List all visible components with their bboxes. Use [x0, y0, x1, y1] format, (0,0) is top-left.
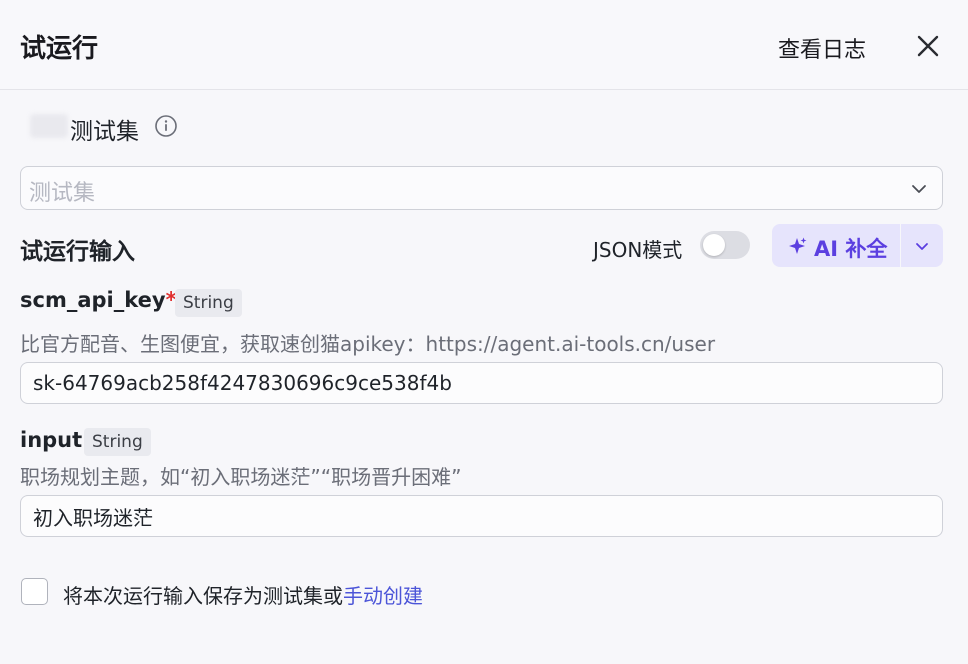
type-tag: String — [84, 428, 151, 456]
testset-label: 测试集 — [70, 119, 139, 145]
save-text: 将本次运行输入保存为测试集或 — [63, 584, 343, 608]
save-as-testset-checkbox[interactable] — [21, 578, 48, 605]
field-description: 职场规划主题，如“初入职场迷茫”“职场晋升困难” — [20, 465, 462, 489]
close-icon[interactable] — [912, 30, 944, 62]
toggle-knob — [703, 234, 725, 256]
ai-complete-button[interactable]: AI 补全 — [772, 224, 900, 267]
test-run-panel: 试运行 查看日志 测试集 测试集 试运行输入 JSON模式 AI 补全 scm_… — [0, 0, 968, 664]
panel-header: 试运行 查看日志 — [0, 0, 968, 90]
save-as-testset-label: 将本次运行输入保存为测试集或手动创建 — [63, 580, 423, 609]
ai-options-dropdown[interactable] — [901, 224, 943, 267]
json-mode-toggle[interactable] — [700, 231, 750, 259]
run-input-label: 试运行输入 — [20, 239, 135, 265]
info-icon[interactable] — [154, 114, 178, 138]
json-mode-label: JSON模式 — [593, 238, 683, 262]
field-name-scm-api-key: scm_api_key* — [20, 288, 177, 312]
field-name-input: input — [20, 428, 83, 452]
chevron-down-icon — [916, 243, 928, 250]
testset-select-placeholder: 测试集 — [29, 181, 96, 206]
testset-select[interactable]: 测试集 — [20, 166, 943, 210]
scm-api-key-input[interactable] — [20, 362, 943, 404]
testset-label-prefix — [30, 114, 68, 138]
ai-complete-label: AI 补全 — [814, 237, 888, 261]
field-description: 比官方配音、生图便宜，获取速创猫apikey：https://agent.ai-… — [20, 332, 716, 356]
view-log-button[interactable]: 查看日志 — [778, 32, 866, 64]
chevron-down-icon — [912, 185, 926, 193]
sparkle-icon — [789, 237, 807, 254]
manual-create-link[interactable]: 手动创建 — [343, 584, 423, 608]
type-tag: String — [175, 289, 242, 317]
input-field[interactable] — [20, 495, 943, 537]
panel-title: 试运行 — [20, 34, 99, 64]
field-name-text: scm_api_key — [20, 288, 166, 312]
